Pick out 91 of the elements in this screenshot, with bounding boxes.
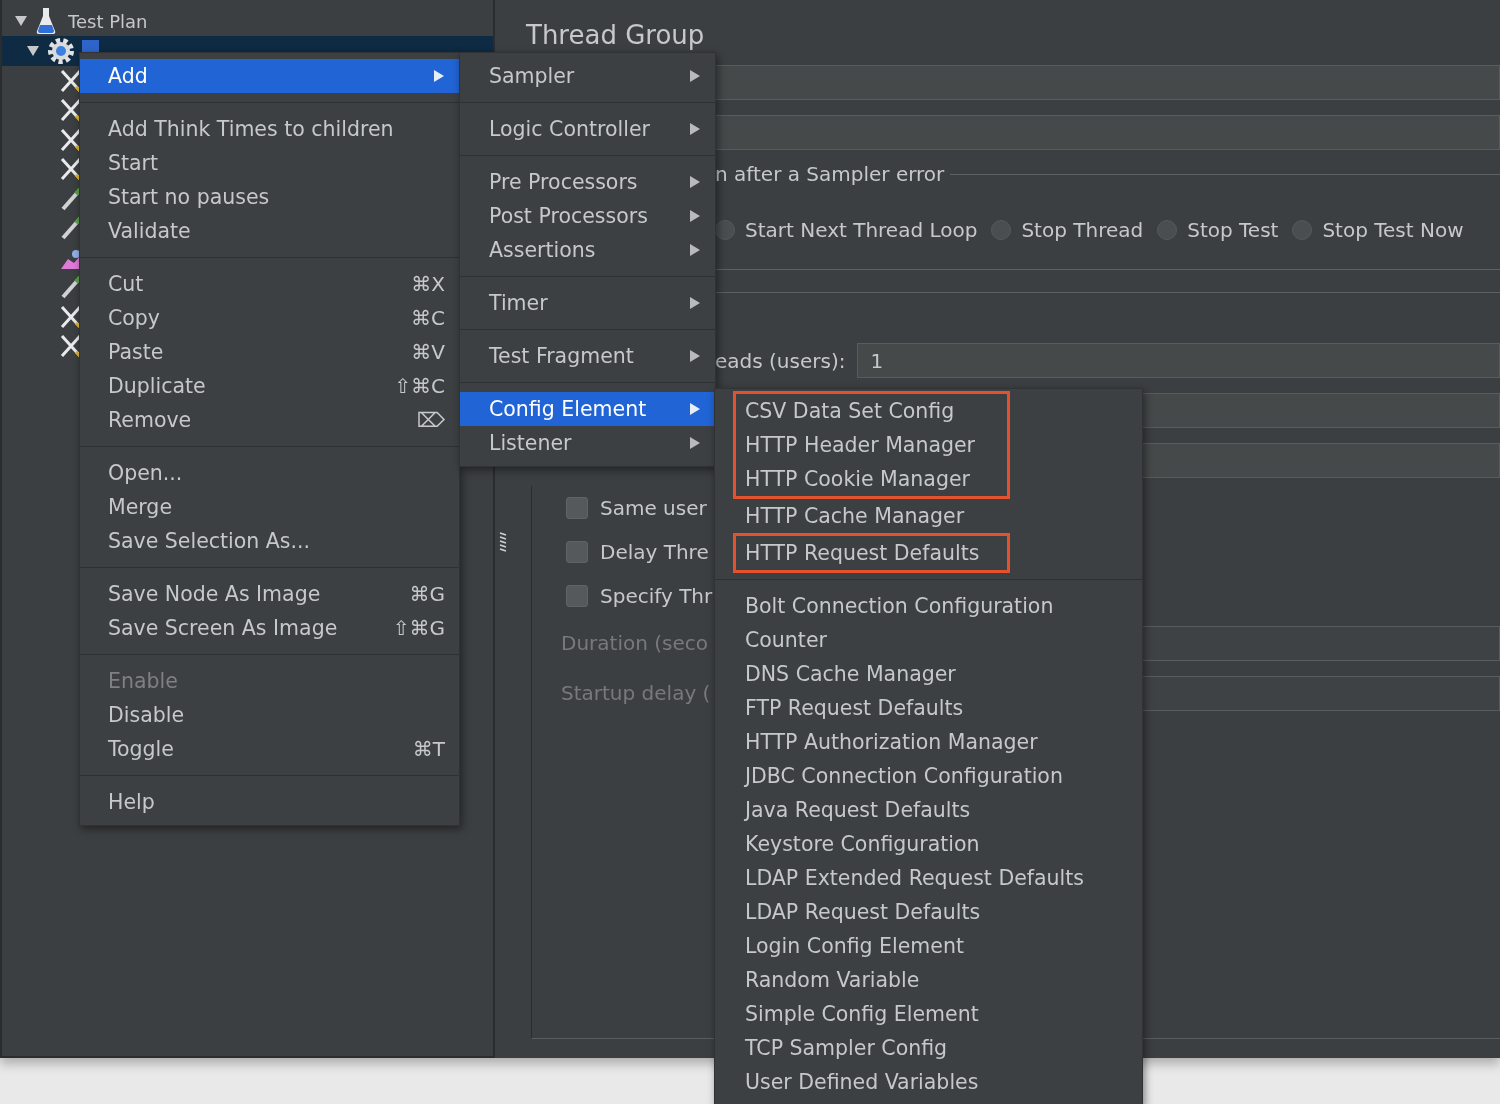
gear-icon	[46, 36, 76, 66]
menu-item[interactable]: Disable	[80, 698, 459, 732]
menu-item[interactable]: Java Request Defaults	[736, 793, 1098, 827]
submenu-arrow-icon	[689, 349, 701, 363]
menu-item[interactable]: Test Fragment	[460, 339, 715, 373]
menu-item[interactable]: Timer	[460, 286, 715, 320]
menu-item[interactable]: Counter	[736, 623, 1098, 657]
menu-item[interactable]: Paste ⌘V	[80, 335, 459, 369]
menu-item[interactable]: Merge	[80, 490, 459, 524]
menu-item[interactable]: Duplicate ⇧⌘C	[80, 369, 459, 403]
checkbox[interactable]	[566, 497, 588, 519]
submenu-arrow-icon	[433, 69, 445, 83]
menu-item[interactable]: HTTP Cache Manager	[736, 499, 979, 533]
menu-item[interactable]: Help	[80, 785, 459, 819]
radio-label[interactable]: Stop Thread	[1021, 218, 1144, 242]
submenu-arrow-icon	[689, 243, 701, 257]
radio-button[interactable]	[1292, 220, 1313, 240]
menu-item[interactable]: Open...	[80, 456, 459, 490]
radio-button[interactable]	[991, 220, 1012, 240]
submenu-arrow-icon	[689, 296, 701, 310]
menu-item[interactable]: FTP Request Defaults	[736, 691, 1098, 725]
menu-item[interactable]: Login Config Element	[736, 929, 1098, 963]
shortcut-label: ⇧⌘G	[392, 616, 445, 640]
menu-item[interactable]: HTTP Header Manager	[736, 428, 1007, 462]
menu-item[interactable]: Sampler	[460, 59, 715, 93]
shortcut-label: ⌦	[416, 408, 445, 432]
shortcut-label: ⌘G	[409, 582, 445, 606]
radio-label[interactable]: Start Next Thread Loop	[745, 218, 978, 242]
menu-item[interactable]: Save Screen As Image ⇧⌘G	[80, 611, 459, 645]
menu-item[interactable]: HTTP Authorization Manager	[736, 725, 1098, 759]
menu-item[interactable]: Config Element	[460, 392, 715, 426]
menu-item[interactable]: Save Selection As...	[80, 524, 459, 558]
menu-item[interactable]: Cut ⌘X	[80, 267, 459, 301]
menu-item[interactable]: Assertions	[460, 233, 715, 267]
menu-item[interactable]: Save Node As Image ⌘G	[80, 577, 459, 611]
radio-button[interactable]	[715, 220, 735, 240]
submenu-arrow-icon	[689, 436, 701, 450]
submenu-arrow-icon	[689, 175, 701, 189]
submenu-arrow-icon	[689, 122, 701, 136]
field-label: eads (users):	[715, 348, 846, 373]
menu-item[interactable]: Keystore Configuration	[736, 827, 1098, 861]
field-label: Duration (seco	[561, 631, 709, 655]
checkbox-label[interactable]: Same user	[600, 496, 707, 520]
checkbox-label[interactable]: Delay Thre	[600, 540, 709, 564]
menu-item[interactable]: JDBC Connection Configuration	[736, 759, 1098, 793]
tree-item[interactable]: Test Plan	[68, 10, 148, 32]
menu-item[interactable]: Pre Processors	[460, 165, 715, 199]
shortcut-label: ⌘T	[412, 737, 445, 761]
shortcut-label: ⌘V	[411, 340, 445, 364]
splitter-grip-icon[interactable]	[499, 531, 507, 555]
menu-item[interactable]: Start no pauses	[80, 180, 459, 214]
submenu-arrow-icon	[689, 209, 701, 223]
menu-item[interactable]: Logic Controller	[460, 112, 715, 146]
flask-icon	[36, 7, 56, 35]
group-label: n after a Sampler error	[715, 162, 945, 186]
checkbox[interactable]	[566, 541, 588, 563]
radio-button[interactable]	[1157, 220, 1178, 240]
menu-item[interactable]: Validate	[80, 214, 459, 248]
menu-item[interactable]: Start	[80, 146, 459, 180]
menu-item[interactable]: Toggle ⌘T	[80, 732, 459, 766]
menu-item[interactable]: Listener	[460, 426, 715, 460]
menu-item[interactable]: DNS Cache Manager	[736, 657, 1098, 691]
menu-item[interactable]: LDAP Extended Request Defaults	[736, 861, 1098, 895]
radio-label[interactable]: Stop Test Now	[1322, 218, 1464, 242]
expand-toggle-icon[interactable]	[26, 44, 40, 58]
menu-item[interactable]: Post Processors	[460, 199, 715, 233]
submenu-arrow-icon	[689, 69, 701, 83]
menu-item[interactable]: Add	[80, 59, 459, 93]
checkbox[interactable]	[566, 585, 588, 607]
input-field[interactable]: 1	[857, 343, 1500, 378]
shortcut-label: ⌘X	[411, 272, 445, 296]
shortcut-label: ⌘C	[411, 306, 445, 330]
menu-item[interactable]: TCP Sampler Config	[736, 1031, 1098, 1065]
menu-item[interactable]: User Defined Variables	[736, 1065, 1098, 1099]
menu-item[interactable]: Add Think Times to children	[80, 112, 459, 146]
expand-toggle-icon[interactable]	[14, 14, 28, 28]
panel-title: Thread Group	[526, 19, 706, 52]
menu-item[interactable]: Random Variable	[736, 963, 1098, 997]
radio-label[interactable]: Stop Test	[1187, 218, 1279, 242]
menu-item[interactable]: CSV Data Set Config	[736, 394, 1007, 428]
menu-item[interactable]: HTTP Cookie Manager	[736, 462, 1007, 496]
submenu-arrow-icon	[689, 402, 701, 416]
menu-item[interactable]: HTTP Request Defaults	[736, 536, 1007, 570]
shortcut-label: ⇧⌘C	[394, 374, 445, 398]
field-label: Startup delay (	[561, 681, 712, 705]
checkbox-label[interactable]: Specify Thr	[600, 584, 713, 608]
menu-item[interactable]: Copy ⌘C	[80, 301, 459, 335]
menu-item[interactable]: Bolt Connection Configuration	[736, 589, 1098, 623]
menu-item[interactable]: LDAP Request Defaults	[736, 895, 1098, 929]
menu-item[interactable]: Remove ⌦	[80, 403, 459, 437]
menu-item[interactable]: Simple Config Element	[736, 997, 1098, 1031]
